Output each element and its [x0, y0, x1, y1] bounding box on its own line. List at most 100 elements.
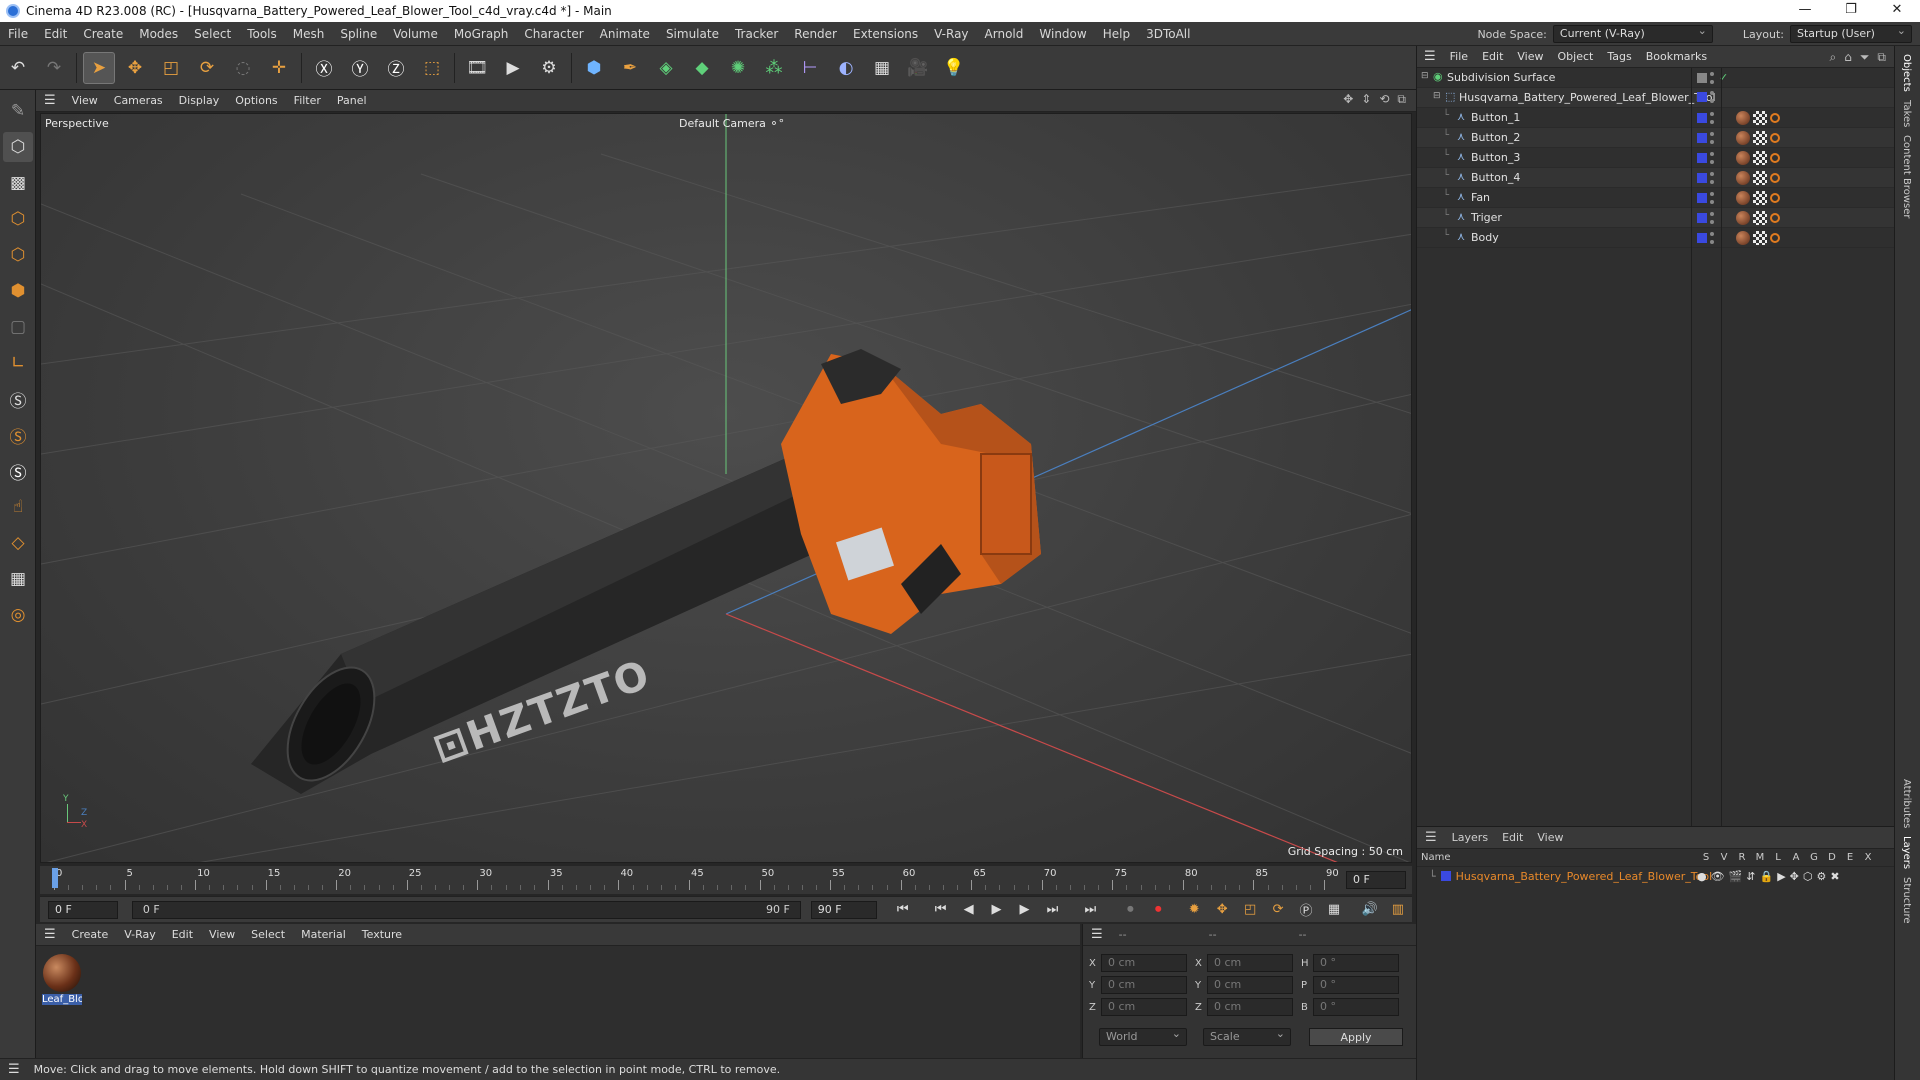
layer-visible-icon[interactable]: 👁 [1711, 870, 1725, 883]
menu-create[interactable]: Create [75, 22, 131, 46]
y-axis-lock-icon[interactable]: Ⓨ [344, 52, 376, 84]
play-icon[interactable]: ▶ [985, 899, 1009, 921]
menu-select[interactable]: Select [186, 22, 239, 46]
viewport-menu-options[interactable]: Options [227, 90, 285, 112]
tab-structure[interactable]: Structure [1901, 877, 1912, 924]
coordinate-system-icon[interactable]: ⬚ [416, 52, 448, 84]
object-name[interactable]: Husqvarna_Battery_Powered_Leaf_Blower_To… [1459, 91, 1716, 104]
goto-start-icon[interactable]: ⏮ [891, 899, 915, 921]
render-view-icon[interactable]: ▶ [497, 52, 529, 84]
layer-color-swatch[interactable] [1440, 871, 1451, 881]
autokey-icon[interactable]: ⏺ [1146, 899, 1170, 921]
layer-animation-icon[interactable]: ▶ [1777, 870, 1785, 883]
coord-pos-field[interactable]: 0 cm [1101, 976, 1187, 994]
object-row[interactable]: ⊟ ⬚ Husqvarna_Battery_Powered_Leaf_Blower_… [1417, 88, 1894, 108]
visibility-dots[interactable] [1710, 152, 1716, 164]
visibility-dots[interactable] [1710, 91, 1716, 103]
objects-home-icon[interactable]: ⌂ [1844, 50, 1852, 65]
select-cursor-icon[interactable]: ➤ [83, 51, 115, 84]
menu-file[interactable]: File [0, 22, 36, 46]
edge-mode-icon[interactable]: ⬡ [3, 240, 33, 270]
coord-pos-field[interactable]: 0 cm [1101, 954, 1187, 972]
vray-tag-icon[interactable] [1770, 233, 1780, 243]
menu-vray[interactable]: V-Ray [926, 22, 976, 46]
workplane-icon[interactable]: ◇ [3, 528, 33, 558]
vray-tag-icon[interactable] [1770, 113, 1780, 123]
object-name[interactable]: Button_2 [1471, 131, 1520, 144]
prev-frame-icon[interactable]: ◀ [957, 899, 981, 921]
viewport-pan-icon[interactable]: ✥ [1343, 92, 1353, 107]
floor-object-icon[interactable]: ▦ [866, 52, 898, 84]
object-row[interactable]: └ ⋏ Button_2 [1417, 128, 1894, 148]
menu-mograph[interactable]: MoGraph [446, 22, 517, 46]
object-row[interactable]: └ ⋏ Button_1 [1417, 108, 1894, 128]
timeline-window-icon[interactable]: ▥ [1386, 899, 1410, 921]
layer-color-swatch[interactable] [1697, 233, 1707, 243]
frame-range-slider[interactable]: 0 F 90 F [131, 900, 801, 919]
cube-primitive-icon[interactable]: ⬢ [578, 52, 610, 84]
uvw-tag-icon[interactable] [1753, 111, 1767, 125]
viewport-dolly-icon[interactable]: ⇕ [1361, 92, 1371, 107]
coords-hamburger-icon[interactable]: ☰ [1091, 927, 1103, 942]
menu-help[interactable]: Help [1095, 22, 1138, 46]
keyframe-selection-icon[interactable]: ✹ [1182, 899, 1206, 921]
snap-settings-icon[interactable]: Ⓢ [3, 420, 33, 450]
material-tag-icon[interactable] [1736, 151, 1750, 165]
menu-edit[interactable]: Edit [36, 22, 75, 46]
material-menu-material[interactable]: Material [293, 924, 354, 946]
layer-render-icon[interactable]: 🎬 [1729, 870, 1743, 883]
object-name[interactable]: Button_4 [1471, 171, 1520, 184]
subdivision-generator-icon[interactable]: ◈ [650, 52, 682, 84]
make-editable-icon[interactable]: ✎ [3, 96, 33, 126]
layer-manager-icon[interactable]: ⇵ [1746, 870, 1755, 883]
viewport-menu-filter[interactable]: Filter [286, 90, 329, 112]
record-keys-icon[interactable]: ⏺ [1118, 899, 1142, 921]
visibility-dots[interactable] [1710, 112, 1716, 124]
material-item[interactable]: Leaf_Blo [42, 954, 82, 1005]
perspective-viewport[interactable]: ⊡HZTZTO Perspective Default Camera ⚬° Gr… [40, 113, 1412, 863]
objects-hamburger-icon[interactable]: ☰ [1417, 46, 1443, 68]
material-tag-icon[interactable] [1736, 111, 1750, 125]
uvw-tag-icon[interactable] [1753, 211, 1767, 225]
material-menu-create[interactable]: Create [64, 924, 117, 946]
vray-tag-icon[interactable] [1770, 193, 1780, 203]
tab-attributes[interactable]: Attributes [1901, 779, 1912, 828]
menu-character[interactable]: Character [516, 22, 591, 46]
scale-key-icon[interactable]: ◰ [1238, 899, 1262, 921]
layer-expressions-icon[interactable]: ⚙ [1817, 870, 1827, 883]
next-frame-icon[interactable]: ▶ [1013, 899, 1037, 921]
deformer-bend-icon[interactable]: ⊢ [794, 52, 826, 84]
uvw-tag-icon[interactable] [1753, 231, 1767, 245]
mograph-array-icon[interactable]: ⁂ [758, 52, 790, 84]
cloner-icon[interactable]: ✺ [722, 52, 754, 84]
playhead-marker[interactable] [52, 868, 58, 888]
camera-name-label[interactable]: Default Camera ⚬° [679, 117, 784, 130]
object-name[interactable]: Fan [1471, 191, 1490, 204]
menu-mesh[interactable]: Mesh [285, 22, 333, 46]
snap-s-icon[interactable]: Ⓢ [3, 384, 33, 414]
layer-color-swatch[interactable] [1697, 213, 1707, 223]
uvw-tag-icon[interactable] [1753, 131, 1767, 145]
material-tag-icon[interactable] [1736, 231, 1750, 245]
material-tag-icon[interactable] [1736, 191, 1750, 205]
viewport-menu-panel[interactable]: Panel [329, 90, 375, 112]
polygon-mode-icon[interactable]: ⬢ [3, 276, 33, 306]
layer-toggle-icon[interactable] [1697, 72, 1707, 83]
layer-color-swatch[interactable] [1697, 173, 1707, 183]
live-selection-icon[interactable]: ◌ [227, 52, 259, 84]
scale-tool-icon[interactable]: ◰ [155, 52, 187, 84]
layers-menu-view[interactable]: View [1530, 831, 1570, 844]
menu-tracker[interactable]: Tracker [727, 22, 786, 46]
vray-tag-icon[interactable] [1770, 173, 1780, 183]
material-tag-icon[interactable] [1736, 171, 1750, 185]
coord-rot-field[interactable]: 0 ° [1313, 954, 1399, 972]
status-menu-icon[interactable]: ☰ [8, 1062, 20, 1077]
coord-pos-field[interactable]: 0 cm [1101, 998, 1187, 1016]
extrude-generator-icon[interactable]: ◆ [686, 52, 718, 84]
viewport-orbit-icon[interactable]: ⟲ [1379, 92, 1389, 107]
material-menu-edit[interactable]: Edit [164, 924, 201, 946]
coord-size-field[interactable]: 0 cm [1207, 976, 1293, 994]
visibility-dots[interactable] [1710, 172, 1716, 184]
object-row[interactable]: ⊟ ◉ Subdivision Surface ✓ [1417, 68, 1894, 88]
rotate-tool-icon[interactable]: ⟳ [191, 52, 223, 84]
